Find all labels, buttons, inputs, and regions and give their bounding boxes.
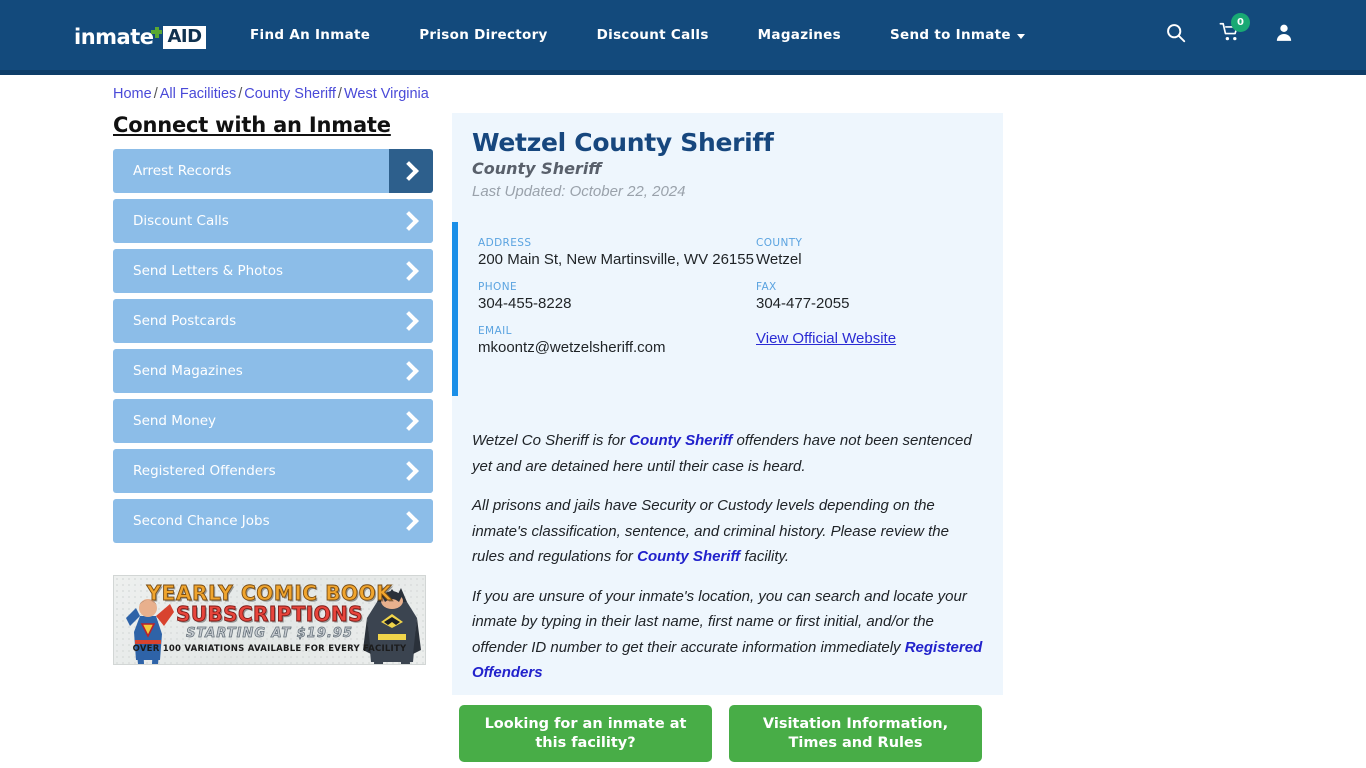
nav-item-send-to-inmate-label: Send to Inmate: [889, 27, 1011, 43]
sidebar: Connect with an Inmate Arrest Records Di…: [113, 113, 433, 549]
main-navigation: Find An Inmate Prison Directory Discount…: [250, 0, 1074, 70]
inline-link-county-sheriff-1[interactable]: County Sheriff: [629, 432, 732, 449]
info-field-county: COUNTY Wetzel: [756, 237, 978, 281]
chevron-right-icon: [389, 299, 433, 343]
inline-link-county-sheriff-2[interactable]: County Sheriff: [637, 548, 740, 565]
info-panel-accent-bar: [452, 222, 458, 396]
chevron-right-icon: [389, 349, 433, 393]
sidebar-item-second-chance-jobs[interactable]: Second Chance Jobs: [113, 499, 433, 543]
info-value-address: 200 Main St, New Martinsville, WV 26155: [478, 251, 754, 268]
site-logo[interactable]: inmate AID: [74, 24, 206, 50]
last-updated-text: Last Updated: October 22, 2024: [472, 183, 686, 200]
shopping-cart-icon[interactable]: 0: [1219, 13, 1250, 48]
breadcrumb-item-home[interactable]: Home: [113, 86, 152, 102]
chevron-down-icon: [1016, 33, 1025, 39]
sidebar-item-label: Second Chance Jobs: [133, 513, 270, 529]
breadcrumb-item-county-sheriff[interactable]: County Sheriff: [244, 86, 336, 102]
sidebar-item-label: Send Magazines: [133, 363, 243, 379]
chevron-right-icon: [389, 199, 433, 243]
comic-book-ad-banner[interactable]: YEARLY COMIC BOOK SUBSCRIPTIONS STARTING…: [113, 575, 426, 665]
sidebar-item-arrest-records[interactable]: Arrest Records: [113, 149, 433, 193]
info-field-website: View Official Website: [756, 325, 978, 369]
chevron-right-icon: [389, 449, 433, 493]
chevron-right-icon: [389, 399, 433, 443]
ad-subtext-line: OVER 100 VARIATIONS AVAILABLE FOR EVERY …: [132, 644, 407, 654]
sidebar-item-discount-calls[interactable]: Discount Calls: [113, 199, 433, 243]
info-label-phone: PHONE: [478, 281, 517, 293]
header-bottom-band: [0, 70, 1366, 75]
info-field-address: ADDRESS 200 Main St, New Martinsville, W…: [478, 237, 756, 281]
facility-description: Wetzel Co Sheriff is for County Sheriff …: [472, 428, 984, 700]
info-value-fax: 304-477-2055: [756, 295, 850, 312]
info-value-county: Wetzel: [756, 251, 802, 268]
sidebar-item-label: Send Money: [133, 413, 217, 429]
find-inmate-at-facility-button[interactable]: Looking for an inmate at this facility?: [459, 705, 712, 762]
nav-item-send-to-inmate[interactable]: Send to Inmate: [890, 27, 1025, 43]
nav-item-magazines[interactable]: Magazines: [758, 27, 841, 43]
chevron-right-icon: [389, 149, 433, 193]
ad-price-line: STARTING AT $19.95: [186, 626, 353, 642]
sidebar-item-send-postcards[interactable]: Send Postcards: [113, 299, 433, 343]
chevron-right-icon: [389, 249, 433, 293]
view-official-website-link[interactable]: View Official Website: [756, 330, 896, 347]
description-paragraph-1: Wetzel Co Sheriff is for County Sheriff …: [472, 428, 984, 479]
sidebar-item-label: Registered Offenders: [133, 463, 276, 479]
sidebar-item-label: Arrest Records: [133, 163, 232, 179]
description-paragraph-3: If you are unsure of your inmate's locat…: [472, 584, 984, 686]
breadcrumb-item-west-virginia[interactable]: West Virginia: [344, 86, 429, 102]
breadcrumb-item-all-facilities[interactable]: All Facilities: [160, 86, 237, 102]
facility-detail-panel: Wetzel County Sheriff County Sheriff Las…: [452, 113, 1003, 695]
sidebar-item-send-magazines[interactable]: Send Magazines: [113, 349, 433, 393]
header-icon-group: 0: [1165, 0, 1294, 70]
info-field-email: EMAIL mkoontz@wetzelsheriff.com: [478, 325, 756, 369]
paragraph-3-text-a: If you are unsure of your inmate's locat…: [472, 587, 967, 656]
ad-headline-line2: SUBSCRIPTIONS: [176, 602, 363, 627]
breadcrumb-separator: /: [238, 86, 243, 102]
info-label-county: COUNTY: [756, 237, 803, 249]
breadcrumb-separator: /: [337, 86, 342, 102]
paragraph-1-text-a: Wetzel Co Sheriff is for: [472, 432, 630, 449]
info-label-email: EMAIL: [478, 325, 512, 337]
breadcrumb: Home / All Facilities / County Sheriff / West …: [113, 86, 429, 102]
info-field-fax: FAX 304-477-2055: [756, 281, 978, 325]
info-value-email: mkoontz@wetzelsheriff.com: [478, 339, 666, 356]
sidebar-item-send-letters-photos[interactable]: Send Letters & Photos: [113, 249, 433, 293]
info-field-phone: PHONE 304-455-8228: [478, 281, 756, 325]
search-icon[interactable]: [1165, 22, 1186, 48]
cta-button-row: Looking for an inmate at this facility? …: [459, 705, 982, 762]
breadcrumb-separator: /: [153, 86, 158, 102]
paragraph-2-text-b: facility.: [740, 548, 790, 565]
green-cross-icon: [151, 26, 163, 38]
info-value-phone: 304-455-8228: [478, 295, 572, 312]
facility-info-grid: ADDRESS 200 Main St, New Martinsville, W…: [478, 237, 978, 369]
info-label-address: ADDRESS: [478, 237, 532, 249]
user-account-icon[interactable]: [1274, 22, 1294, 48]
sidebar-title: Connect with an Inmate: [113, 113, 391, 137]
sidebar-item-label: Send Letters & Photos: [133, 263, 284, 279]
cart-count-badge: 0: [1231, 13, 1250, 32]
sidebar-item-registered-offenders[interactable]: Registered Offenders: [113, 449, 433, 493]
visitation-information-button[interactable]: Visitation Information, Times and Rules: [729, 705, 982, 762]
logo-wordmark: inmate: [74, 25, 154, 49]
chevron-right-icon: [389, 499, 433, 543]
site-header: inmate AID Find An Inmate Prison Directo…: [0, 0, 1366, 70]
nav-item-prison-directory[interactable]: Prison Directory: [419, 27, 547, 43]
nav-item-discount-calls[interactable]: Discount Calls: [597, 27, 709, 43]
sidebar-item-label: Discount Calls: [133, 213, 229, 229]
facility-type-subtitle: County Sheriff: [472, 159, 602, 178]
logo-aid-badge: AID: [163, 25, 206, 49]
page-title: Wetzel County Sheriff: [472, 128, 774, 157]
nav-item-find-an-inmate[interactable]: Find An Inmate: [250, 27, 370, 43]
description-paragraph-2: All prisons and jails have Security or C…: [472, 493, 984, 570]
sidebar-item-label: Send Postcards: [133, 313, 237, 329]
sidebar-item-send-money[interactable]: Send Money: [113, 399, 433, 443]
info-label-fax: FAX: [756, 281, 777, 293]
